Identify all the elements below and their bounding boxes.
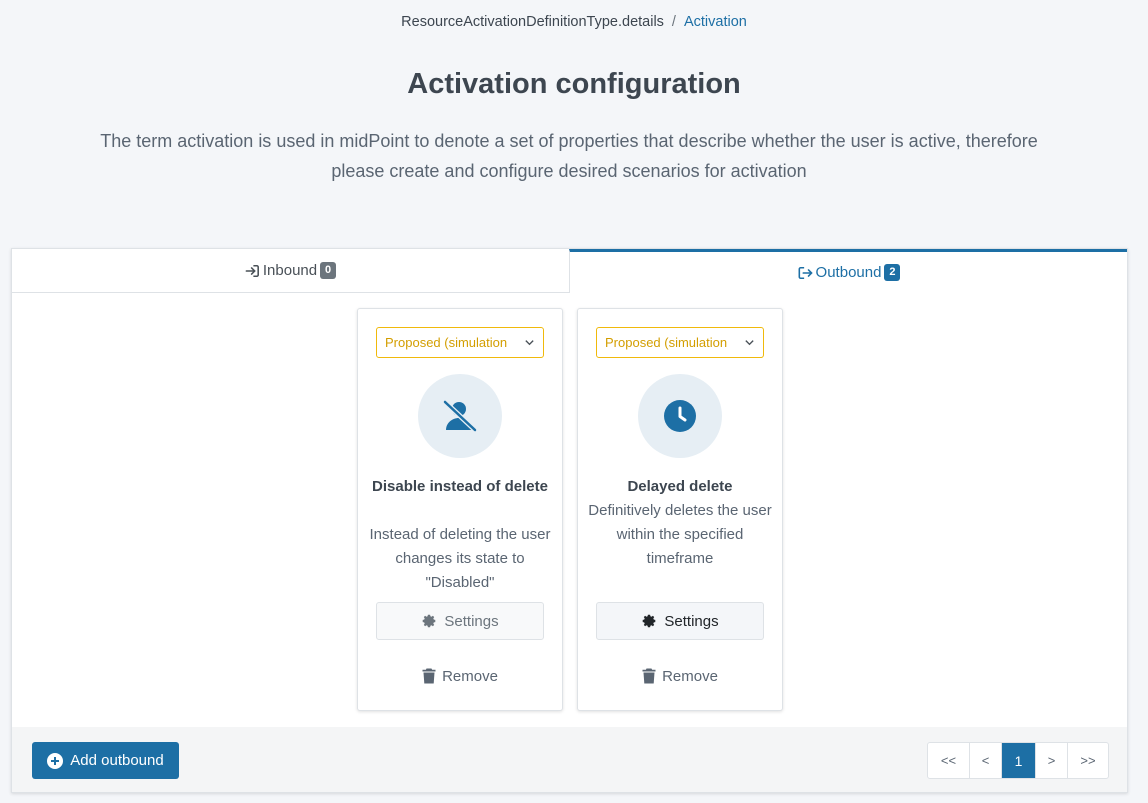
page-next-button[interactable]: > <box>1035 743 1067 778</box>
settings-button[interactable]: Settings <box>376 602 544 640</box>
page-current-button[interactable]: 1 <box>1001 743 1035 778</box>
sign-in-icon <box>245 264 260 278</box>
tab-bar: Inbound 0 Outbound 2 <box>12 249 1127 293</box>
outbound-count-badge: 2 <box>884 264 901 281</box>
mapping-card-disable: Proposed (simulation Disable instead of … <box>357 308 563 711</box>
settings-label: Settings <box>664 612 719 630</box>
remove-label: Remove <box>442 667 498 685</box>
trash-icon <box>422 668 442 684</box>
clock-icon <box>638 374 722 458</box>
trash-icon <box>642 668 662 684</box>
lifecycle-select-value: Proposed (simulation <box>385 335 508 350</box>
card-title: Delayed delete <box>627 478 733 495</box>
user-slash-icon <box>418 374 502 458</box>
chevron-down-icon <box>744 328 755 357</box>
gear-icon <box>641 613 664 629</box>
remove-label: Remove <box>662 667 718 685</box>
page-description: The term activation is used in midPoint … <box>100 131 1038 181</box>
lifecycle-select[interactable]: Proposed (simulation <box>376 327 544 358</box>
page-title: Activation configuration <box>407 68 741 100</box>
settings-label: Settings <box>444 612 499 630</box>
lifecycle-select[interactable]: Proposed (simulation <box>596 327 764 358</box>
tab-outbound[interactable]: Outbound 2 <box>569 249 1127 293</box>
page-last-button[interactable]: >> <box>1067 743 1108 778</box>
lifecycle-select-value: Proposed (simulation <box>605 335 728 350</box>
card-description: Definitively deletes the user within the… <box>588 502 772 567</box>
inbound-count-badge: 0 <box>320 262 337 279</box>
settings-button[interactable]: Settings <box>596 602 764 640</box>
breadcrumb: ResourceActivationDefinitionType.details… <box>0 14 1148 30</box>
card-description: Instead of deleting the user changes its… <box>369 526 551 591</box>
pagination: << < 1 > >> <box>927 742 1109 779</box>
mapping-card-delayed-delete: Proposed (simulation Delayed delete Defi… <box>577 308 783 711</box>
page-first-button[interactable]: << <box>928 743 969 778</box>
breadcrumb-current[interactable]: Activation <box>684 14 747 30</box>
add-outbound-label: Add outbound <box>70 752 164 769</box>
tab-inbound[interactable]: Inbound 0 <box>12 249 569 293</box>
chevron-down-icon <box>524 328 535 357</box>
panel-footer: Add outbound << < 1 > >> <box>12 727 1127 792</box>
breadcrumb-parent: ResourceActivationDefinitionType.details <box>401 14 664 30</box>
gear-icon <box>421 613 444 629</box>
remove-button[interactable]: Remove <box>376 664 544 688</box>
card-title: Disable instead of delete <box>372 478 548 495</box>
breadcrumb-separator: / <box>671 14 676 30</box>
activation-panel: Inbound 0 Outbound 2 Proposed (simulatio… <box>11 248 1128 793</box>
add-outbound-button[interactable]: Add outbound <box>32 742 179 779</box>
tab-inbound-label: Inbound <box>262 262 318 279</box>
plus-circle-icon <box>47 752 70 769</box>
page-prev-button[interactable]: < <box>969 743 1001 778</box>
sign-out-icon <box>797 266 813 280</box>
tab-outbound-label: Outbound <box>815 264 882 281</box>
remove-button[interactable]: Remove <box>596 664 764 688</box>
